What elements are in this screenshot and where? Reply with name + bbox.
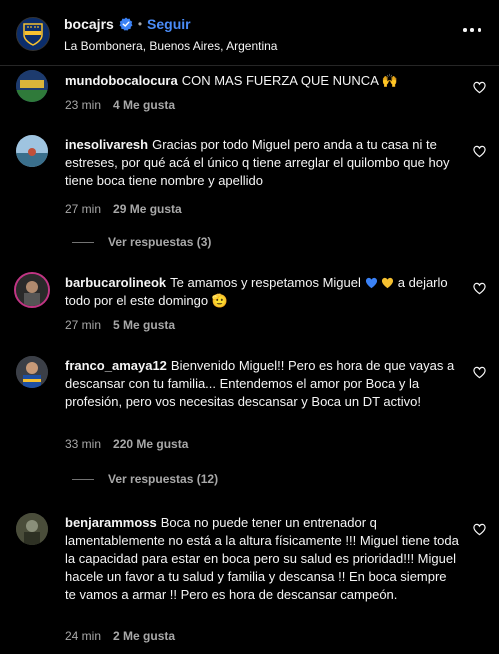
like-heart-icon[interactable] bbox=[473, 282, 486, 295]
avatar[interactable] bbox=[16, 70, 48, 102]
comment-likes[interactable]: 220 Me gusta bbox=[113, 437, 188, 451]
like-heart-icon[interactable] bbox=[473, 145, 486, 158]
view-replies-label: Ver respuestas (3) bbox=[108, 235, 212, 249]
like-heart-icon[interactable] bbox=[473, 81, 486, 94]
account-avatar[interactable] bbox=[16, 17, 50, 51]
comment-likes[interactable]: 4 Me gusta bbox=[113, 98, 175, 112]
comment-time: 24 min bbox=[65, 629, 102, 643]
comment-username[interactable]: franco_amaya12 bbox=[65, 358, 167, 373]
comment-likes[interactable]: 29 Me gusta bbox=[113, 202, 182, 216]
boca-crest-icon bbox=[23, 23, 43, 46]
comment-username[interactable]: barbucarolineok bbox=[65, 275, 166, 290]
comment-likes[interactable]: 5 Me gusta bbox=[113, 318, 175, 332]
yellow-heart-icon bbox=[382, 277, 394, 289]
comment-username[interactable]: benjarammoss bbox=[65, 515, 157, 530]
follow-button[interactable]: Seguir bbox=[147, 16, 191, 32]
view-replies-button[interactable]: Ver respuestas (12) bbox=[72, 472, 218, 486]
post-header: bocajrs • Seguir La Bombonera, Buenos Ai… bbox=[0, 0, 499, 66]
comment-text: CON MAS FUERZA QUE NUNCA 🙌 bbox=[181, 73, 398, 88]
avatar[interactable] bbox=[14, 272, 50, 308]
replies-divider bbox=[72, 241, 94, 243]
account-username[interactable]: bocajrs bbox=[64, 16, 114, 32]
post-location[interactable]: La Bombonera, Buenos Aires, Argentina bbox=[64, 39, 277, 53]
comment-likes[interactable]: 2 Me gusta bbox=[113, 629, 175, 643]
comment-username[interactable]: mundobocalocura bbox=[65, 73, 178, 88]
comment-time: 33 min bbox=[65, 437, 102, 451]
view-replies-button[interactable]: Ver respuestas (3) bbox=[72, 235, 211, 249]
separator-dot: • bbox=[137, 17, 143, 31]
avatar[interactable] bbox=[16, 513, 48, 545]
view-replies-label: Ver respuestas (12) bbox=[108, 472, 219, 486]
more-options-icon[interactable] bbox=[463, 28, 481, 34]
comment-time: 27 min bbox=[65, 202, 102, 216]
comment-time: 27 min bbox=[65, 318, 102, 332]
avatar[interactable] bbox=[16, 356, 48, 388]
like-heart-icon[interactable] bbox=[473, 366, 486, 379]
blue-heart-icon bbox=[365, 277, 377, 289]
avatar[interactable] bbox=[16, 135, 48, 167]
comment-username[interactable]: inesolivaresh bbox=[65, 137, 148, 152]
comment-time: 23 min bbox=[65, 98, 102, 112]
replies-divider bbox=[72, 478, 94, 480]
verified-badge-icon bbox=[119, 17, 133, 31]
salute-emoji: 🫡 bbox=[211, 293, 228, 308]
like-heart-icon[interactable] bbox=[473, 523, 486, 536]
comment-text: Te amamos y respetamos Miguel bbox=[170, 275, 361, 290]
